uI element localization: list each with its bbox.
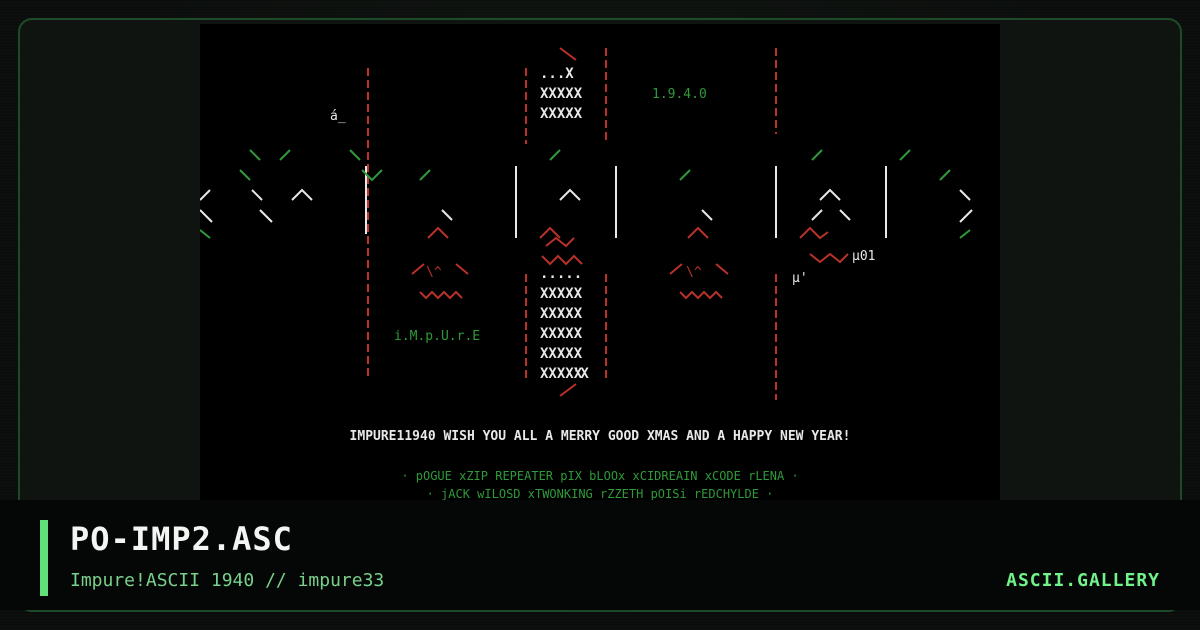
- file-title: PO-IMP2.ASC: [70, 520, 293, 558]
- group-tag: i.M.p.U.r.E: [394, 329, 480, 344]
- members-row-1: · pOGUE xZIP REPEATER pIX bLOOx xCIDREAI…: [401, 469, 798, 483]
- arches: [200, 149, 973, 239]
- greeting-line: IMPURE11940 WISH YOU ALL A MERRY GOOD XM…: [350, 429, 851, 444]
- bottom-box-row: XXXXX: [540, 326, 583, 342]
- bottom-box: ..... XXXXX XXXXX XXXXX XXXXX XXXXX 'X: [540, 266, 589, 382]
- bottom-box-row: XXXXX: [540, 286, 583, 302]
- ascii-art-canvas: \^ \^ ...X XXXXX XXXXX ..... XXXXX XXXXX…: [200, 47, 973, 500]
- side-tag-right: µ01: [852, 249, 875, 264]
- bottom-box-row: XXXXX: [540, 306, 583, 322]
- side-tag-left: á_: [330, 109, 346, 124]
- bottom-box-tail: 'X: [572, 366, 589, 382]
- top-box-row: XXXXX: [540, 86, 583, 102]
- top-box-head: ...X: [540, 66, 574, 82]
- art-tags: 1.9.4.0 i.M.p.U.r.E á_ µ01 µ': [330, 87, 875, 344]
- accent-bar: [40, 520, 48, 596]
- svg-text:\^: \^: [686, 265, 702, 280]
- bottom-box-head: .....: [540, 266, 582, 282]
- version-tag: 1.9.4.0: [652, 87, 707, 102]
- top-box-row: XXXXX: [540, 106, 583, 122]
- bottom-box-row: XXXXX: [540, 346, 583, 362]
- footer-bar: PO-IMP2.ASC Impure!ASCII 1940 // impure3…: [0, 500, 1200, 610]
- site-brand: ASCII.GALLERY: [1006, 570, 1160, 591]
- svg-text:\^: \^: [426, 265, 442, 280]
- white-strokes: [365, 166, 887, 238]
- ascii-art-preview: \^ \^ ...X XXXXX XXXXX ..... XXXXX XXXXX…: [200, 24, 1000, 500]
- side-tag-right-2: µ': [792, 271, 808, 286]
- members-row-2: · jACK wILOSD xTWONKING rZZETH pOISi rED…: [427, 487, 774, 500]
- top-box: ...X XXXXX XXXXX: [540, 66, 583, 122]
- file-subtitle: Impure!ASCII 1940 // impure33: [70, 570, 385, 591]
